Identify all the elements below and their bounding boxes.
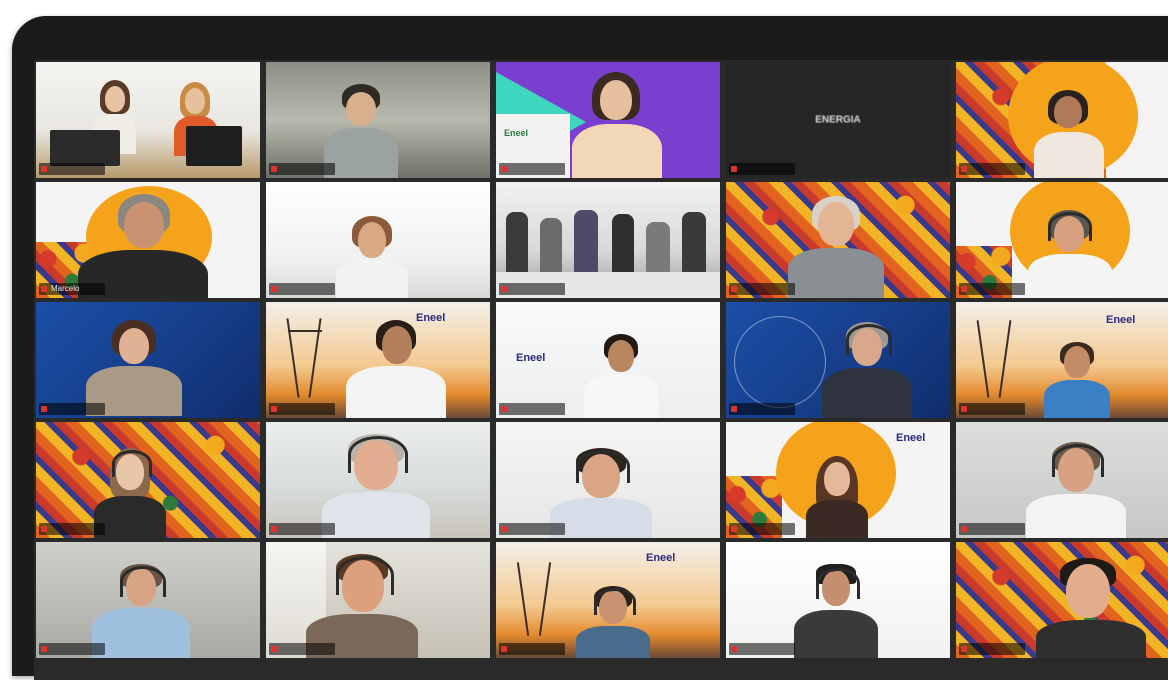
microphone-muted-icon (731, 166, 737, 172)
participant-name-tag (729, 283, 795, 295)
microphone-muted-icon (501, 526, 507, 532)
microphone-muted-icon (271, 406, 277, 412)
participant-tile[interactable] (266, 542, 490, 658)
brand-logo: Eneel (646, 552, 676, 564)
microphone-muted-icon (501, 286, 507, 292)
microphone-muted-icon (961, 526, 967, 532)
participant-tile[interactable]: Eneel (956, 302, 1168, 418)
participant-tile[interactable] (266, 62, 490, 178)
participant-name-tag (959, 523, 1025, 535)
participant-name-tag (39, 643, 105, 655)
participant-tile[interactable]: Eneel (496, 302, 720, 418)
participant-name-tag (729, 643, 795, 655)
participant-tile[interactable] (266, 422, 490, 538)
brand-logo: Eneel (504, 128, 529, 138)
microphone-muted-icon (271, 286, 277, 292)
microphone-muted-icon (961, 286, 967, 292)
microphone-muted-icon (271, 646, 277, 652)
participant-name-tag (39, 403, 105, 415)
participant-name-tag (499, 523, 565, 535)
participant-name-tag (729, 403, 795, 415)
participant-name-tag (269, 283, 335, 295)
brand-shape (734, 316, 826, 408)
microphone-muted-icon (41, 406, 47, 412)
participant-name-tag (499, 403, 565, 415)
participant-name-tag (959, 403, 1025, 415)
video-call-screen: Eneel ENERGIA Marcelo Eneel Eneel Eneel … (34, 60, 1168, 680)
microphone-muted-icon (271, 166, 277, 172)
microphone-muted-icon (731, 526, 737, 532)
participant-tile[interactable] (496, 182, 720, 298)
participant-tile[interactable] (956, 542, 1168, 658)
participant-tile[interactable]: Eneel (496, 542, 720, 658)
participant-tile[interactable] (726, 302, 950, 418)
participant-name-tag (729, 163, 795, 175)
laptop-prop (186, 126, 242, 166)
room-person (540, 218, 562, 274)
microphone-muted-icon (961, 406, 967, 412)
microphone-muted-icon (731, 406, 737, 412)
participant-name-tag (729, 523, 795, 535)
room-person (682, 212, 706, 274)
microphone-muted-icon (501, 406, 507, 412)
participant-gallery: Eneel ENERGIA Marcelo Eneel Eneel Eneel … (34, 60, 1168, 658)
participant-name-tag (499, 643, 565, 655)
microphone-muted-icon (271, 526, 277, 532)
microphone-muted-icon (501, 166, 507, 172)
participant-tile[interactable] (726, 182, 950, 298)
participant-tile[interactable] (36, 62, 260, 178)
participant-name-tag (269, 163, 335, 175)
microphone-muted-icon (731, 646, 737, 652)
power-tower (288, 330, 322, 332)
microphone-muted-icon (961, 166, 967, 172)
participant-tile[interactable] (266, 182, 490, 298)
brand-logo: Eneel (516, 352, 546, 364)
laptop-frame: Eneel ENERGIA Marcelo Eneel Eneel Eneel … (12, 16, 1168, 680)
participant-name-tag (959, 283, 1025, 295)
microphone-muted-icon (41, 166, 47, 172)
laptop-prop (50, 130, 120, 166)
participant-name-tag (39, 523, 105, 535)
participant-tile[interactable]: Eneel (726, 422, 950, 538)
microphone-muted-icon (731, 286, 737, 292)
room-person (506, 212, 528, 272)
participant-name-tag (499, 283, 565, 295)
participant-name-tag (499, 163, 565, 175)
room-person (612, 214, 634, 274)
microphone-muted-icon (961, 646, 967, 652)
microphone-muted-icon (41, 646, 47, 652)
participant-placeholder-name: ENERGIA (815, 114, 861, 126)
brand-logo: Eneel (896, 432, 926, 444)
participant-tile[interactable] (956, 62, 1168, 178)
participant-tile[interactable]: Eneel (266, 302, 490, 418)
participant-tile[interactable] (726, 542, 950, 658)
participant-name-tag (269, 643, 335, 655)
participant-tile[interactable] (36, 542, 260, 658)
participant-tile[interactable]: ENERGIA (726, 62, 950, 178)
participant-tile[interactable] (956, 182, 1168, 298)
participant-name-tag (959, 163, 1025, 175)
room-person (646, 222, 670, 276)
brand-logo: Eneel (1106, 314, 1136, 326)
participant-name-tag (269, 403, 335, 415)
participant-tile[interactable] (956, 422, 1168, 538)
participant-tile[interactable] (36, 422, 260, 538)
brand-logo: Eneel (416, 312, 446, 324)
microphone-muted-icon (41, 526, 47, 532)
participant-tile[interactable] (496, 422, 720, 538)
participant-name-tag (39, 163, 105, 175)
participant-name-tag (269, 523, 335, 535)
participant-tile[interactable]: Eneel (496, 62, 720, 178)
participant-name-tag: Marcelo (39, 283, 105, 295)
microphone-muted-icon (41, 286, 47, 292)
participant-tile[interactable] (36, 302, 260, 418)
participant-tile[interactable]: Marcelo (36, 182, 260, 298)
microphone-muted-icon (501, 646, 507, 652)
participant-name-tag (959, 643, 1025, 655)
room-person (574, 210, 598, 276)
